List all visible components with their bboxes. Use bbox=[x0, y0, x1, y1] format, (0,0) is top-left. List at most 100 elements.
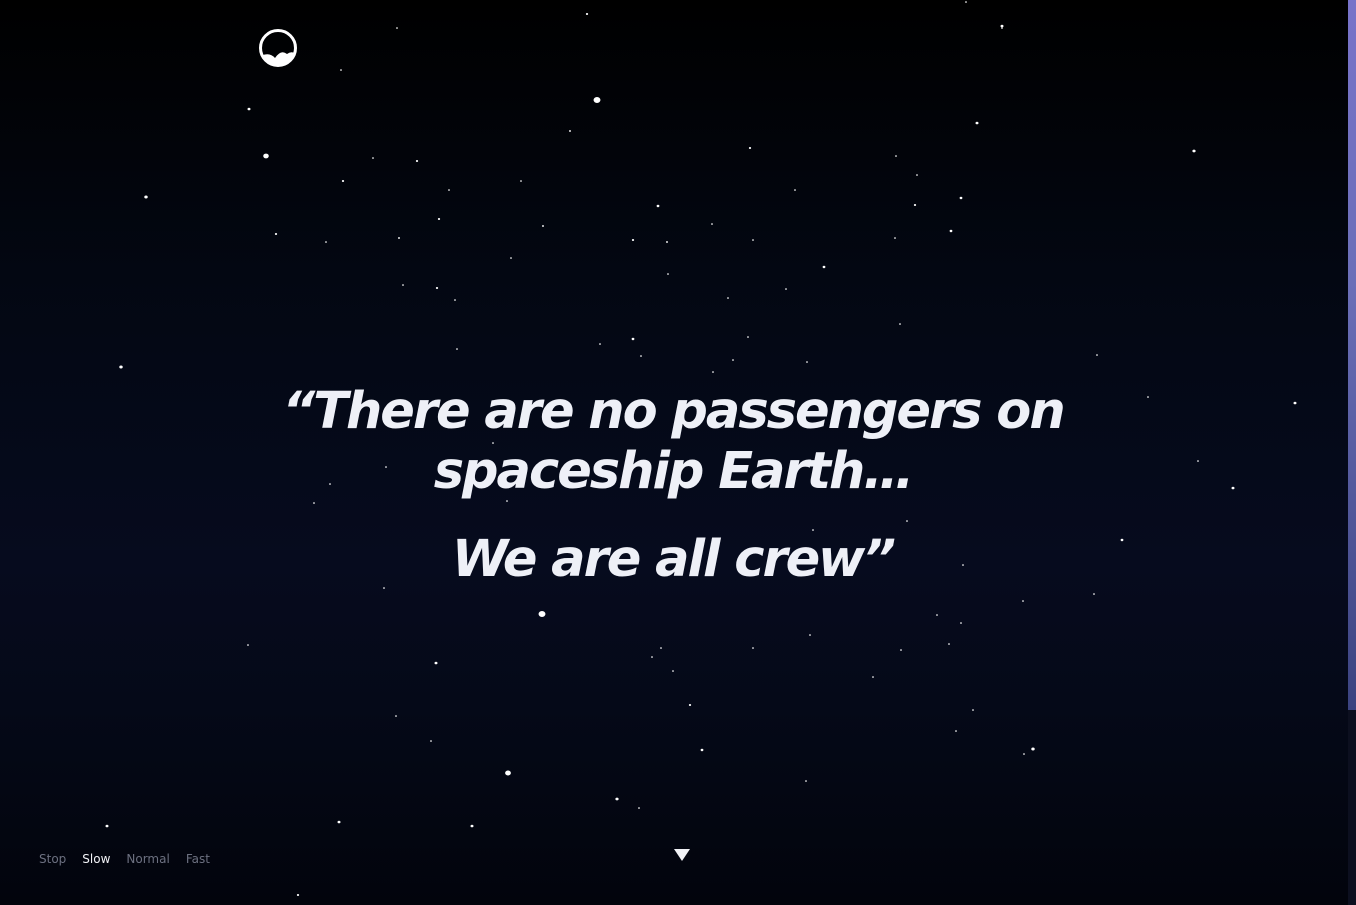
star bbox=[372, 157, 374, 159]
star bbox=[960, 622, 962, 624]
star bbox=[640, 355, 642, 357]
star bbox=[1000, 24, 1004, 28]
star bbox=[965, 1, 967, 3]
star bbox=[397, 237, 401, 239]
star bbox=[959, 196, 963, 200]
star bbox=[538, 611, 546, 617]
star bbox=[794, 189, 796, 191]
star bbox=[1197, 460, 1199, 462]
star bbox=[325, 241, 327, 243]
star bbox=[1192, 149, 1196, 153]
star bbox=[341, 180, 345, 182]
star bbox=[809, 634, 811, 636]
star bbox=[656, 204, 660, 208]
star bbox=[263, 153, 269, 159]
star bbox=[434, 661, 438, 665]
star bbox=[748, 147, 752, 149]
star bbox=[448, 189, 450, 191]
star bbox=[936, 614, 938, 616]
star bbox=[1022, 600, 1024, 602]
star bbox=[631, 337, 635, 341]
star bbox=[672, 670, 674, 672]
star bbox=[916, 174, 918, 176]
star bbox=[752, 647, 754, 649]
star bbox=[665, 241, 669, 243]
speed-option-fast[interactable]: Fast bbox=[186, 850, 210, 868]
star bbox=[454, 299, 456, 301]
star bbox=[247, 644, 249, 646]
quote-line-1: “There are no passengers on spaceship Ea… bbox=[282, 382, 1065, 501]
star bbox=[732, 359, 734, 361]
star bbox=[785, 288, 787, 290]
star bbox=[437, 218, 441, 220]
star bbox=[435, 287, 439, 289]
star bbox=[593, 97, 601, 103]
star bbox=[688, 704, 692, 706]
star bbox=[599, 343, 601, 345]
star bbox=[1096, 354, 1098, 356]
speed-option-slow[interactable]: Slow bbox=[82, 850, 110, 868]
speed-option-stop[interactable]: Stop bbox=[39, 850, 66, 868]
star bbox=[585, 13, 589, 15]
star bbox=[667, 273, 669, 275]
quote-line-2: We are all crew” bbox=[451, 530, 896, 589]
star bbox=[900, 649, 902, 651]
star bbox=[1031, 747, 1035, 751]
star bbox=[274, 233, 278, 235]
triangle-down-icon[interactable] bbox=[673, 848, 691, 862]
star bbox=[296, 894, 300, 896]
star bbox=[337, 820, 341, 824]
star bbox=[395, 715, 397, 717]
star bbox=[752, 239, 754, 241]
star bbox=[906, 520, 908, 522]
star bbox=[894, 237, 896, 239]
star bbox=[1293, 401, 1297, 405]
star bbox=[313, 502, 315, 504]
star bbox=[805, 780, 807, 782]
mountain-moon-logo-icon[interactable] bbox=[257, 27, 299, 69]
star bbox=[541, 225, 545, 227]
star bbox=[1093, 593, 1095, 595]
star bbox=[913, 204, 917, 206]
scrollbar-track[interactable] bbox=[1348, 0, 1356, 905]
star bbox=[119, 365, 123, 369]
speed-option-normal[interactable]: Normal bbox=[126, 850, 169, 868]
star bbox=[396, 27, 398, 29]
star bbox=[1231, 486, 1235, 490]
star bbox=[806, 361, 808, 363]
star bbox=[972, 709, 974, 711]
star bbox=[700, 748, 704, 752]
star bbox=[1001, 27, 1003, 29]
star bbox=[402, 284, 404, 286]
star bbox=[975, 121, 979, 125]
star bbox=[247, 107, 251, 111]
star bbox=[727, 297, 729, 299]
star bbox=[712, 371, 714, 373]
star bbox=[340, 69, 342, 71]
star bbox=[568, 130, 572, 132]
star bbox=[651, 656, 653, 658]
star bbox=[520, 180, 522, 182]
star bbox=[470, 824, 474, 828]
speed-controls: Stop Slow Normal Fast bbox=[39, 850, 226, 868]
star bbox=[456, 348, 458, 350]
star bbox=[505, 770, 511, 776]
scrollbar-thumb[interactable] bbox=[1348, 0, 1356, 710]
star bbox=[949, 229, 953, 233]
star bbox=[895, 155, 897, 157]
star bbox=[822, 265, 826, 269]
star bbox=[430, 740, 432, 742]
star bbox=[660, 647, 662, 649]
star bbox=[955, 730, 957, 732]
star bbox=[144, 195, 148, 199]
starfield-page: “There are no passengers on spaceship Ea… bbox=[0, 0, 1356, 905]
star bbox=[631, 239, 635, 241]
star bbox=[615, 797, 619, 801]
star bbox=[510, 257, 512, 259]
star bbox=[747, 336, 749, 338]
star bbox=[638, 807, 640, 809]
star bbox=[948, 643, 950, 645]
star bbox=[105, 824, 109, 828]
star bbox=[711, 223, 713, 225]
star bbox=[1023, 753, 1025, 755]
